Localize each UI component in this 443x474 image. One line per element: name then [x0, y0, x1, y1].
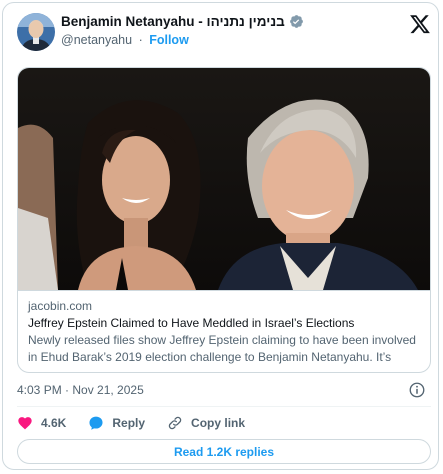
tweet-header: Benjamin Netanyahu - בנימין נתניהו @neta… — [17, 11, 431, 51]
action-bar: 4.6K Reply Copy link — [17, 413, 267, 433]
copy-link-label: Copy link — [191, 416, 246, 430]
link-title: Jeffrey Epstein Claimed to Have Meddled … — [28, 316, 355, 330]
heart-icon — [18, 417, 32, 430]
read-replies-label: Read 1.2K replies — [173, 444, 275, 459]
link-preview-text[interactable]: jacobin.com Jeffrey Epstein Claimed to H… — [18, 290, 430, 372]
author-handle-row: @netanyahu · Follow — [61, 33, 189, 47]
avatar[interactable] — [17, 13, 55, 51]
divider — [17, 406, 431, 407]
like-button[interactable]: 4.6K — [17, 415, 66, 431]
link-icon — [168, 416, 182, 430]
like-count: 4.6K — [41, 416, 67, 430]
tweet-timestamp[interactable]: 4:03 PM · Nov 21, 2025 — [17, 383, 144, 397]
author-display-name[interactable]: Benjamin Netanyahu - בנימין נתניהו — [61, 14, 285, 29]
info-icon[interactable] — [408, 381, 426, 399]
link-description: Newly released files show Jeffrey Epstei… — [28, 333, 416, 364]
x-logo-icon[interactable] — [409, 13, 431, 35]
tweet-embed-card: Benjamin Netanyahu - בנימין נתניהו @neta… — [2, 2, 439, 470]
copy-link-button[interactable]: Copy link — [167, 415, 245, 431]
separator-dot: · — [138, 33, 143, 47]
verified-badge-icon — [289, 14, 304, 29]
reply-button[interactable]: Reply — [88, 415, 145, 431]
author-handle[interactable]: @netanyahu — [61, 33, 132, 47]
read-replies-button[interactable]: Read 1.2K replies — [17, 439, 431, 464]
link-preview-card[interactable]: jacobin.com Jeffrey Epstein Claimed to H… — [17, 67, 431, 373]
reply-bubble-icon — [89, 416, 103, 430]
link-preview-image[interactable] — [18, 68, 430, 290]
link-domain: jacobin.com — [28, 299, 93, 313]
author-name-row[interactable]: Benjamin Netanyahu - בנימין נתניהו — [61, 14, 304, 29]
reply-label: Reply — [112, 416, 146, 430]
follow-button[interactable]: Follow — [149, 33, 189, 47]
